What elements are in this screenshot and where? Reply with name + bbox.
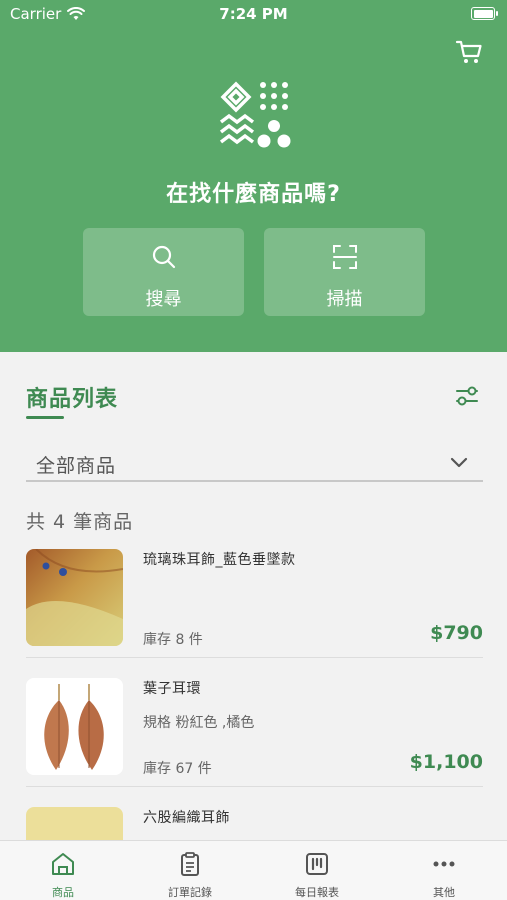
filter-icon[interactable] (455, 384, 479, 408)
product-name: 琉璃珠耳飾_藍色垂墜款 (143, 552, 296, 568)
tab-label: 每日報表 (295, 886, 339, 899)
status-bar: Carrier 7:24 PM (0, 0, 507, 30)
search-icon (152, 245, 175, 269)
product-name: 葉子耳環 (143, 681, 201, 697)
product-stock: 庫存 8 件 (143, 632, 203, 648)
report-icon (306, 853, 328, 875)
category-select[interactable]: 全部商品 (26, 444, 483, 482)
tab-products[interactable]: 商品 (0, 841, 126, 900)
product-thumbnail (26, 678, 123, 775)
status-time: 7:24 PM (219, 5, 288, 23)
header-question: 在找什麼商品嗎? (166, 182, 341, 207)
tab-reports[interactable]: 每日報表 (254, 841, 380, 900)
home-icon (52, 853, 74, 875)
product-thumbnail (26, 549, 123, 646)
section-title: 商品列表 (26, 387, 119, 412)
product-stock: 庫存 67 件 (143, 761, 212, 777)
title-underline (26, 416, 64, 419)
product-name: 六股編織耳飾 (143, 810, 230, 826)
product-price: $1,100 (409, 751, 483, 773)
header-panel: Carrier 7:24 PM 在找什麼商品嗎? 搜尋 掃描 (0, 0, 507, 352)
product-item[interactable]: 琉璃珠耳飾_藍色垂墜款 庫存 8 件 $790 (26, 549, 483, 661)
tab-label: 其他 (433, 886, 455, 899)
item-divider (26, 657, 483, 658)
tab-orders[interactable]: 訂單記錄 (127, 841, 253, 900)
search-button[interactable]: 搜尋 (83, 228, 244, 316)
product-count: 共 4 筆商品 (26, 511, 134, 533)
tab-bar: 商品 訂單記錄 每日報表 其他 (0, 840, 507, 900)
more-icon (433, 861, 455, 867)
scan-button[interactable]: 掃描 (264, 228, 425, 316)
brand-logo (219, 81, 291, 148)
search-button-label: 搜尋 (145, 289, 182, 310)
clipboard-icon (181, 852, 199, 876)
category-select-value: 全部商品 (36, 455, 117, 477)
cart-icon[interactable] (455, 38, 483, 66)
product-item[interactable]: 葉子耳環 規格 粉紅色 ,橘色 庫存 67 件 $1,100 (26, 678, 483, 790)
tab-more[interactable]: 其他 (381, 841, 507, 900)
scan-icon (332, 245, 357, 269)
product-spec: 規格 粉紅色 ,橘色 (143, 715, 255, 731)
chevron-down-icon (450, 457, 468, 468)
tab-label: 訂單記錄 (168, 886, 212, 899)
scan-button-label: 掃描 (326, 289, 363, 310)
battery-icon (471, 7, 498, 20)
item-divider (26, 786, 483, 787)
product-price: $790 (430, 622, 483, 644)
tab-label: 商品 (52, 886, 74, 899)
